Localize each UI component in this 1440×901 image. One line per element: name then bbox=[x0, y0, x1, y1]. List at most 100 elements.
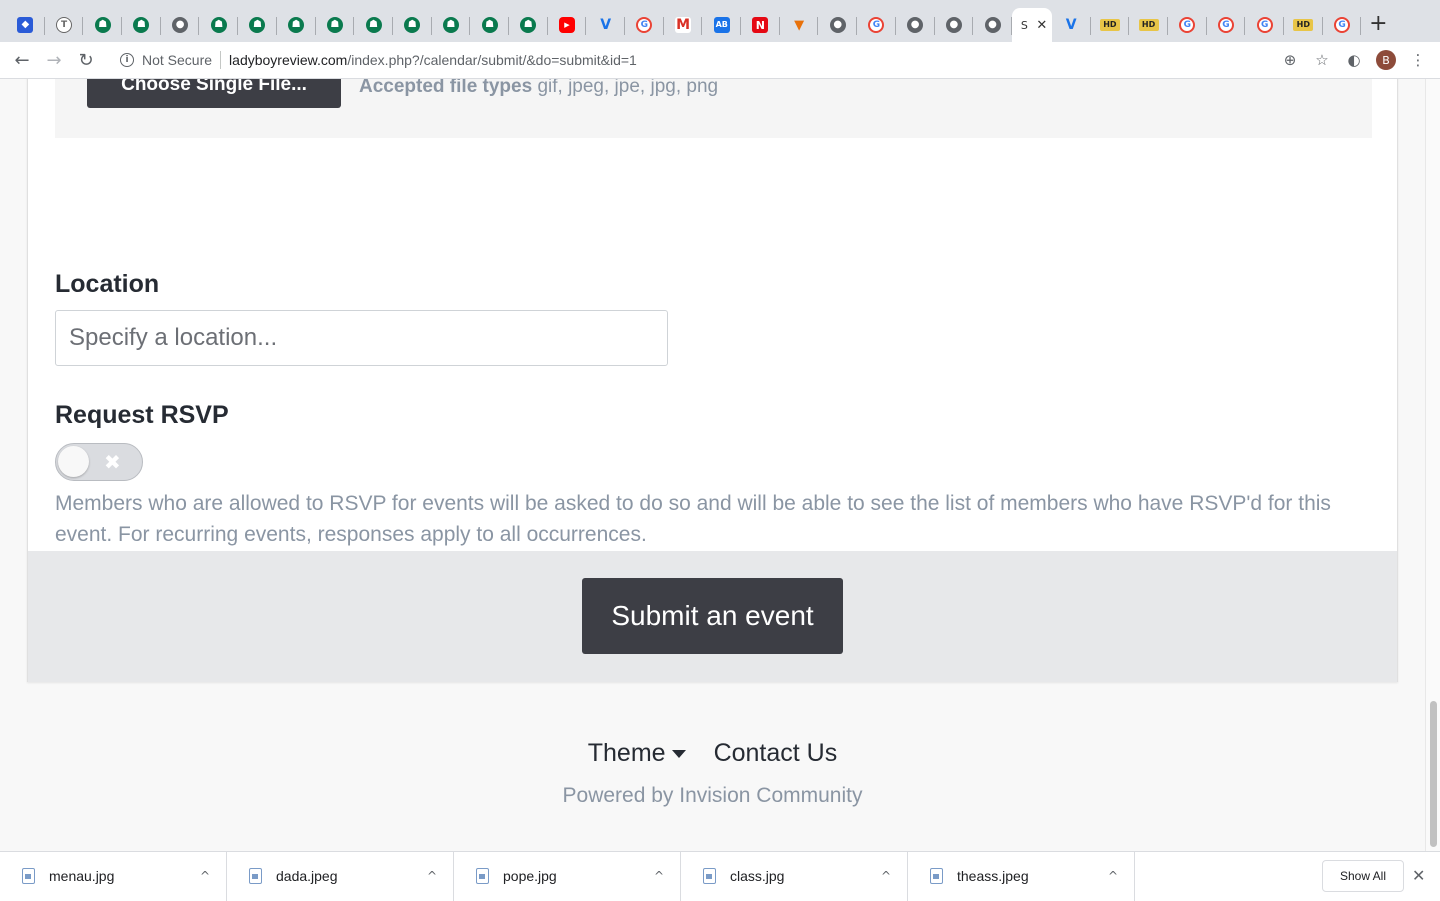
browser-tab[interactable]: ☗ bbox=[83, 8, 122, 42]
browser-tab[interactable]: ▶ bbox=[548, 8, 587, 42]
chevron-up-icon[interactable]: ^ bbox=[200, 869, 210, 883]
browser-tab[interactable]: ☗ bbox=[432, 8, 471, 42]
download-shelf: menau.jpg ^ dada.jpeg ^ pope.jpg ^ class.jpg ^ t… bbox=[0, 851, 1440, 901]
browser-tab[interactable]: ● bbox=[973, 8, 1012, 42]
globe-icon: ● bbox=[907, 17, 924, 33]
browser-tab[interactable]: HD bbox=[1129, 8, 1168, 42]
profile-avatar[interactable]: B bbox=[1372, 46, 1400, 74]
address-bar[interactable]: i Not Secure ladyboyreview.com/index.php… bbox=[106, 45, 1276, 75]
chevron-up-icon[interactable]: ^ bbox=[881, 869, 891, 883]
browser-tab[interactable]: G bbox=[857, 8, 896, 42]
close-icon[interactable]: ✕ bbox=[1412, 866, 1425, 885]
chevron-up-icon[interactable]: ^ bbox=[427, 869, 437, 883]
green-logo-icon: ☗ bbox=[404, 17, 421, 33]
browser-tab[interactable]: ☗ bbox=[199, 8, 238, 42]
v-icon: V bbox=[1065, 17, 1077, 33]
download-item[interactable]: pope.jpg ^ bbox=[454, 851, 681, 901]
download-item[interactable]: menau.jpg ^ bbox=[0, 851, 227, 901]
browser-tab[interactable]: G bbox=[1168, 8, 1207, 42]
event-form-card: Choose Single File... Accepted file type… bbox=[27, 79, 1398, 682]
globe-icon: ● bbox=[172, 17, 189, 33]
browser-tab[interactable]: G bbox=[625, 8, 664, 42]
browser-tab[interactable]: N bbox=[741, 8, 780, 42]
v-icon: V bbox=[600, 17, 612, 33]
browser-tab[interactable]: S ✕ bbox=[1011, 8, 1052, 42]
t-icon: T bbox=[56, 17, 73, 33]
forward-icon[interactable]: → bbox=[38, 44, 70, 76]
browser-tab[interactable]: ☗ bbox=[238, 8, 277, 42]
url-path: /index.php?/calendar/submit/&do=submit&i… bbox=[347, 52, 637, 68]
chevron-up-icon[interactable]: ^ bbox=[1108, 869, 1118, 883]
browser-tab[interactable]: V bbox=[586, 8, 625, 42]
orange-logo-icon: ▼ bbox=[794, 17, 805, 33]
submit-event-button[interactable]: Submit an event bbox=[582, 578, 843, 654]
tab-close-icon[interactable]: ✕ bbox=[1036, 18, 1047, 33]
choose-file-button[interactable]: Choose Single File... bbox=[87, 79, 341, 108]
theme-menu[interactable]: Theme bbox=[588, 739, 686, 768]
scrollbar-thumb[interactable] bbox=[1430, 701, 1437, 847]
green-logo-icon: ☗ bbox=[210, 17, 227, 33]
browser-tab[interactable]: M bbox=[664, 8, 703, 42]
image-file-icon bbox=[249, 868, 262, 884]
browser-tab[interactable]: ☗ bbox=[122, 8, 161, 42]
image-file-icon bbox=[703, 868, 716, 884]
image-file-icon bbox=[22, 868, 35, 884]
browser-tab[interactable]: HD bbox=[1284, 8, 1323, 42]
scrollbar[interactable] bbox=[1425, 79, 1440, 851]
browser-tab[interactable]: ● bbox=[896, 8, 935, 42]
new-tab-icon[interactable]: + bbox=[1361, 6, 1395, 40]
google-icon: G bbox=[868, 17, 885, 33]
rsvp-label: Request RSVP bbox=[55, 401, 229, 429]
download-item[interactable]: class.jpg ^ bbox=[681, 851, 908, 901]
rsvp-toggle[interactable]: ✖ bbox=[55, 443, 143, 481]
browser-tab[interactable]: ☗ bbox=[277, 8, 316, 42]
url-host: ladyboyreview.com bbox=[229, 52, 348, 68]
browser-tab[interactable]: G bbox=[1323, 8, 1362, 42]
browser-tab[interactable]: ☗ bbox=[316, 8, 355, 42]
info-icon[interactable]: i bbox=[120, 53, 134, 67]
browser-tab[interactable]: ☗ bbox=[354, 8, 393, 42]
browser-tab[interactable]: ☗ bbox=[509, 8, 548, 42]
browser-tab[interactable]: ☗ bbox=[470, 8, 509, 42]
browser-tab[interactable]: ▼ bbox=[780, 8, 819, 42]
toggle-off-icon: ✖ bbox=[104, 450, 121, 474]
browser-tab[interactable]: G bbox=[1245, 8, 1284, 42]
green-logo-icon: ☗ bbox=[326, 17, 343, 33]
green-logo-icon: ☗ bbox=[365, 17, 382, 33]
caret-down-icon bbox=[671, 750, 686, 759]
browser-tab[interactable]: ● bbox=[818, 8, 857, 42]
chevron-up-icon[interactable]: ^ bbox=[654, 869, 664, 883]
download-item[interactable]: dada.jpeg ^ bbox=[227, 851, 454, 901]
show-all-button[interactable]: Show All bbox=[1322, 860, 1404, 892]
browser-tab[interactable]: ● bbox=[161, 8, 200, 42]
google-icon: G bbox=[1256, 17, 1273, 33]
form-footer: Submit an event bbox=[28, 551, 1397, 682]
download-item[interactable]: theass.jpeg ^ bbox=[908, 851, 1135, 901]
browser-tab[interactable]: T bbox=[45, 8, 84, 42]
gmail-icon: M bbox=[675, 17, 692, 33]
rsvp-help-text: Members who are allowed to RSVP for even… bbox=[55, 492, 1331, 546]
reload-icon[interactable]: ↻ bbox=[70, 44, 102, 76]
accepted-file-types: Accepted file types gif, jpeg, jpe, jpg,… bbox=[359, 79, 718, 98]
browser-tab[interactable]: G bbox=[1207, 8, 1246, 42]
powered-by[interactable]: Powered by Invision Community bbox=[0, 784, 1425, 808]
extension-icon[interactable]: ◐ bbox=[1340, 46, 1368, 74]
app-icon: ◆ bbox=[17, 17, 34, 33]
youtube-icon: ▶ bbox=[558, 17, 575, 33]
security-label: Not Secure bbox=[142, 52, 213, 68]
location-input[interactable] bbox=[55, 310, 668, 366]
browser-tab[interactable]: HD bbox=[1091, 8, 1130, 42]
contact-us-link[interactable]: Contact Us bbox=[714, 739, 838, 768]
back-icon[interactable]: ← bbox=[6, 44, 38, 76]
browser-tab[interactable]: ◆ bbox=[6, 8, 45, 42]
image-file-icon bbox=[476, 868, 489, 884]
zoom-icon[interactable]: ⊕ bbox=[1276, 46, 1304, 74]
browser-tab[interactable]: ☗ bbox=[393, 8, 432, 42]
bookmark-star-icon[interactable]: ☆ bbox=[1308, 46, 1336, 74]
globe-icon: ● bbox=[984, 17, 1001, 33]
menu-icon[interactable]: ⋮ bbox=[1404, 46, 1432, 74]
browser-tab[interactable]: AB bbox=[702, 8, 741, 42]
hd-icon: HD bbox=[1293, 19, 1314, 31]
browser-tab[interactable]: V bbox=[1052, 8, 1091, 42]
browser-tab[interactable]: ● bbox=[935, 8, 974, 42]
